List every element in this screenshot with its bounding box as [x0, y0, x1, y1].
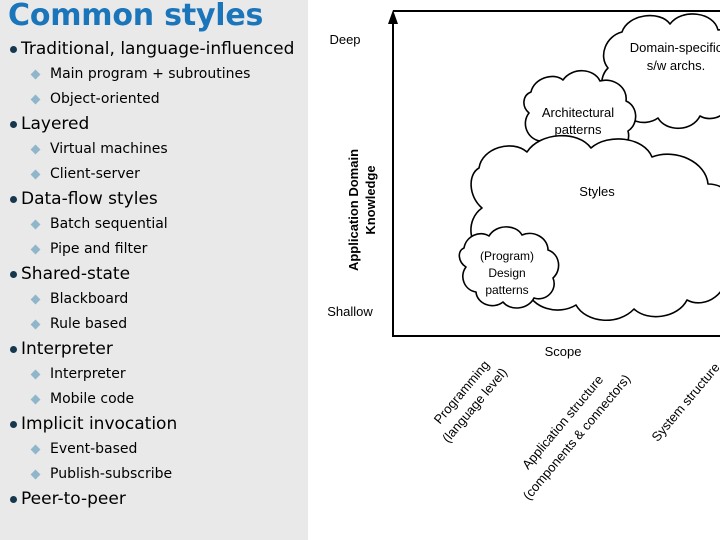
x-axis-tick-programming: Programming (language level): [431, 357, 510, 445]
domain-specific-cloud-label-line1: Domain-specific: [630, 40, 720, 55]
design-patterns-cloud-label-line3: patterns: [485, 283, 528, 297]
y-axis-label-line2: Knowledge: [363, 165, 378, 234]
architectural-patterns-cloud-label-line1: Architectural: [542, 105, 614, 120]
x-tick-system-structure-line1: System structure: [648, 360, 720, 444]
x-axis-tick-application-structure: Application structure (components & conn…: [519, 371, 633, 502]
design-patterns-cloud-label-line2: Design: [488, 266, 525, 280]
x-axis-tick-system-structure: System structure: [648, 360, 720, 444]
y-axis-top-tick-label: Deep: [329, 32, 360, 47]
x-axis-label: Scope: [545, 344, 582, 359]
x-tick-app-structure-line2: (components & connectors): [520, 371, 634, 502]
styles-cloud-label: Styles: [579, 184, 615, 199]
y-axis-bottom-tick-label: Shallow: [327, 304, 373, 319]
design-patterns-cloud[interactable]: (Program) Design patterns: [458, 226, 560, 309]
architectural-patterns-cloud-label-line2: patterns: [555, 122, 602, 137]
design-patterns-cloud-label-line1: (Program): [480, 249, 534, 263]
diagram-canvas: Deep Shallow Application Domain Knowledg…: [327, 10, 720, 503]
y-axis-label-line1: Application Domain: [346, 149, 361, 271]
y-axis-arrow-icon: [388, 10, 398, 24]
scope-vs-domain-knowledge-diagram: Deep Shallow Application Domain Knowledg…: [308, 0, 720, 540]
domain-specific-cloud-label-line2: s/w archs.: [647, 58, 706, 73]
